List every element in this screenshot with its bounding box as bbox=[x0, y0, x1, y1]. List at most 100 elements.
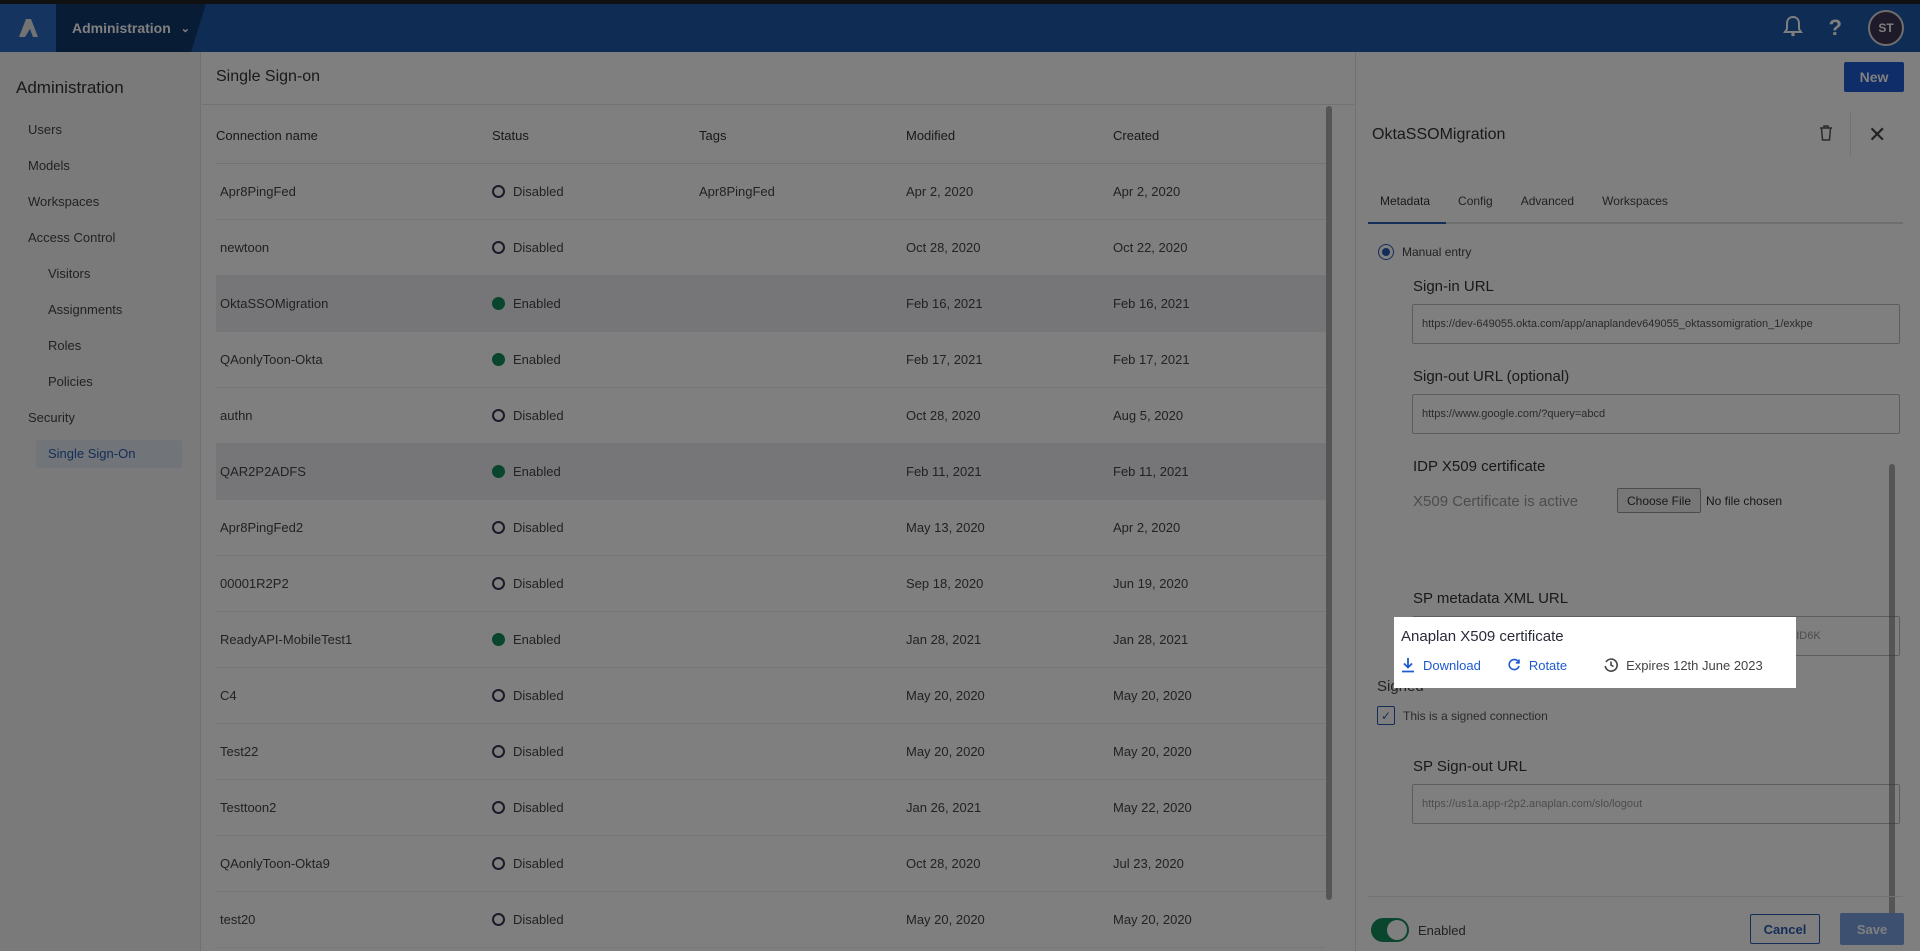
created-cell: Oct 22, 2020 bbox=[1113, 240, 1188, 255]
choose-file-button[interactable]: Choose File bbox=[1617, 488, 1701, 513]
table-row[interactable]: Apr8PingFed Disabled Apr8PingFed Apr 2, 202… bbox=[216, 164, 1326, 220]
table-row[interactable]: Testtoon2 Disabled Jan 26, 2021 May 22, 202… bbox=[216, 780, 1326, 836]
history-clock-icon bbox=[1604, 658, 1619, 672]
status-cell: Disabled bbox=[492, 744, 699, 759]
modified-cell: Feb 11, 2021 bbox=[906, 464, 982, 479]
table-row[interactable]: QAonlyToon-Okta9 Disabled Oct 28, 2020 Jul … bbox=[216, 836, 1326, 892]
sidebar-item-access-control[interactable]: Access Control bbox=[0, 220, 200, 256]
created-cell: May 22, 2020 bbox=[1113, 800, 1192, 815]
created-cell: Aug 5, 2020 bbox=[1113, 408, 1184, 423]
modified-cell: May 20, 2020 bbox=[906, 688, 985, 703]
tab-workspaces[interactable]: Workspaces bbox=[1590, 184, 1684, 224]
new-button[interactable]: New bbox=[1844, 62, 1904, 92]
table-row[interactable]: OktaSSOMigration Enabled Feb 16, 2021 Feb 1… bbox=[216, 276, 1326, 332]
column-header-status[interactable]: Status bbox=[492, 128, 699, 143]
sidebar: Administration Users Models Workspaces A… bbox=[0, 52, 201, 951]
avatar[interactable]: ST bbox=[1868, 10, 1904, 46]
column-header-modified[interactable]: Modified bbox=[906, 128, 1113, 143]
sidebar-item-users[interactable]: Users bbox=[0, 112, 200, 148]
sp-signout-label: SP Sign-out URL bbox=[1413, 758, 1527, 775]
connection-name: Testtoon2 bbox=[220, 800, 277, 815]
status-cell: Enabled bbox=[492, 464, 699, 479]
trash-icon[interactable] bbox=[1818, 124, 1834, 147]
connection-name: C4 bbox=[220, 688, 237, 703]
sidebar-item-workspaces[interactable]: Workspaces bbox=[0, 184, 200, 220]
connections-table: Connection name Status Tags Modified Cre… bbox=[216, 107, 1326, 948]
modified-cell: Apr 2, 2020 bbox=[906, 184, 974, 199]
connection-name: ReadyAPI-MobileTest1 bbox=[220, 632, 353, 647]
sp-signout-input[interactable]: https://us1a.app-r2p2.anaplan.com/slo/lo… bbox=[1412, 784, 1900, 824]
connection-name: QAonlyToon-Okta9 bbox=[220, 856, 330, 871]
anaplan-logo-icon[interactable] bbox=[0, 4, 56, 52]
table-row[interactable]: 00001R2P2 Disabled Sep 18, 2020 Jun 19, 202… bbox=[216, 556, 1326, 612]
table-row[interactable]: QAonlyToon-Okta Enabled Feb 17, 2021 Feb 17… bbox=[216, 332, 1326, 388]
help-icon[interactable]: ? bbox=[1829, 15, 1842, 41]
rotate-link[interactable]: Rotate bbox=[1507, 658, 1567, 673]
cancel-button[interactable]: Cancel bbox=[1750, 914, 1820, 944]
signed-checkbox[interactable]: ✓ bbox=[1377, 706, 1395, 725]
modified-cell: Oct 28, 2020 bbox=[906, 240, 981, 255]
modified-cell: Sep 18, 2020 bbox=[906, 576, 984, 591]
tab-config[interactable]: Config bbox=[1446, 184, 1509, 224]
table-row[interactable]: Test22 Disabled May 20, 2020 May 20, 2020 bbox=[216, 724, 1326, 780]
sidebar-title: Administration bbox=[16, 78, 124, 97]
status-dot-icon bbox=[492, 409, 505, 422]
table-row[interactable]: C4 Disabled May 20, 2020 May 20, 2020 bbox=[216, 668, 1326, 724]
manual-entry-radio[interactable] bbox=[1378, 244, 1394, 260]
connection-name: QAonlyToon-Okta bbox=[220, 352, 323, 367]
sidebar-item-models[interactable]: Models bbox=[0, 148, 200, 184]
modified-cell: May 20, 2020 bbox=[906, 744, 985, 759]
created-cell: May 20, 2020 bbox=[1113, 688, 1192, 703]
top-bar: Administration ⌄ ? ST bbox=[0, 0, 1920, 52]
sidebar-item-assignments[interactable]: Assignments bbox=[0, 292, 200, 328]
column-header-name[interactable]: Connection name bbox=[216, 128, 492, 143]
column-header-created[interactable]: Created bbox=[1113, 128, 1320, 143]
status-dot-icon bbox=[492, 353, 505, 366]
enabled-toggle[interactable] bbox=[1371, 918, 1409, 942]
table-row[interactable]: authn Disabled Oct 28, 2020 Aug 5, 2020 bbox=[216, 388, 1326, 444]
created-cell: Feb 11, 2021 bbox=[1113, 464, 1189, 479]
signin-url-input[interactable]: https://dev-649055.okta.com/app/anapland… bbox=[1412, 304, 1900, 344]
no-file-label: No file chosen bbox=[1706, 494, 1783, 508]
table-row[interactable]: QAR2P2ADFS Enabled Feb 11, 2021 Feb 11, 202… bbox=[216, 444, 1326, 500]
status-text: Disabled bbox=[513, 520, 564, 535]
connection-name: authn bbox=[220, 408, 253, 423]
close-icon[interactable]: ✕ bbox=[1868, 122, 1886, 148]
sidebar-item-visitors[interactable]: Visitors bbox=[0, 256, 200, 292]
save-button[interactable]: Save bbox=[1840, 913, 1904, 945]
table-row[interactable]: test20 Disabled May 20, 2020 May 20, 2020 bbox=[216, 892, 1326, 948]
enabled-label: Enabled bbox=[1418, 923, 1466, 938]
table-row[interactable]: ReadyAPI-MobileTest1 Enabled Jan 28, 2021 J… bbox=[216, 612, 1326, 668]
bell-icon[interactable] bbox=[1782, 15, 1803, 42]
panel-scrollbar[interactable] bbox=[1889, 464, 1895, 928]
sidebar-item-single-sign-on[interactable]: Single Sign-On bbox=[36, 440, 182, 468]
app-switcher[interactable]: Administration ⌄ bbox=[56, 4, 206, 52]
tab-metadata[interactable]: Metadata bbox=[1368, 184, 1447, 224]
status-text: Enabled bbox=[513, 352, 561, 367]
signout-url-input[interactable]: https://www.google.com/?query=abcd bbox=[1412, 394, 1900, 434]
status-dot-icon bbox=[492, 801, 505, 814]
status-dot-icon bbox=[492, 745, 505, 758]
status-dot-icon bbox=[492, 857, 505, 870]
table-scrollbar[interactable] bbox=[1326, 106, 1332, 900]
rotate-icon bbox=[1508, 658, 1520, 671]
column-header-tags[interactable]: Tags bbox=[699, 128, 906, 143]
manual-entry-option[interactable]: Manual entry bbox=[1378, 244, 1471, 260]
sidebar-item-security[interactable]: Security bbox=[0, 400, 200, 436]
table-row[interactable]: Apr8PingFed2 Disabled May 13, 2020 Apr 2, 2… bbox=[216, 500, 1326, 556]
table-row[interactable]: newtoon Disabled Oct 28, 2020 Oct 22, 2020 bbox=[216, 220, 1326, 276]
created-cell: Jul 23, 2020 bbox=[1113, 856, 1184, 871]
modified-cell: May 20, 2020 bbox=[906, 912, 985, 927]
panel-title: OktaSSOMigration bbox=[1372, 126, 1506, 143]
manual-entry-label: Manual entry bbox=[1402, 245, 1472, 259]
rotate-label: Rotate bbox=[1528, 657, 1568, 673]
sidebar-item-policies[interactable]: Policies bbox=[0, 364, 200, 400]
status-text: Disabled bbox=[513, 408, 564, 423]
download-link[interactable]: Download bbox=[1401, 657, 1481, 673]
connection-name: Test22 bbox=[220, 744, 259, 759]
signed-connection-option[interactable]: ✓ This is a signed connection bbox=[1377, 706, 1548, 725]
created-cell: Feb 16, 2021 bbox=[1113, 296, 1190, 311]
tab-advanced[interactable]: Advanced bbox=[1509, 184, 1590, 224]
idp-cert-status: X509 Certificate is active bbox=[1413, 493, 1579, 510]
sidebar-item-roles[interactable]: Roles bbox=[0, 328, 200, 364]
